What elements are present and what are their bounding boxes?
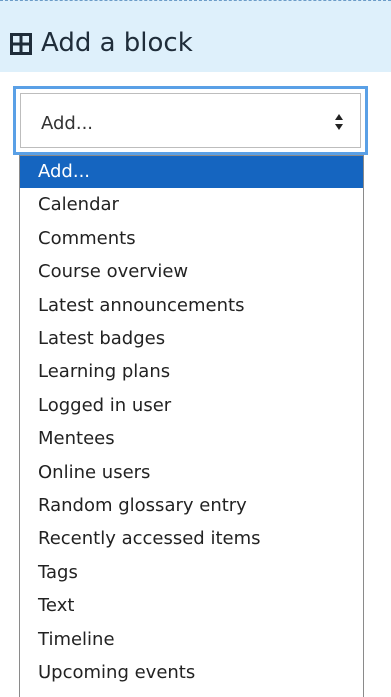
select-option[interactable]: Comments bbox=[20, 223, 363, 255]
select-option[interactable]: Random glossary entry bbox=[20, 490, 363, 522]
block-title: Add a block bbox=[41, 28, 193, 58]
add-block-select[interactable]: Add... bbox=[13, 86, 368, 155]
select-option[interactable]: Latest badges bbox=[20, 323, 363, 355]
select-value: Add... bbox=[41, 113, 94, 134]
select-option[interactable]: Text bbox=[20, 590, 363, 622]
select-option[interactable]: Upcoming events bbox=[20, 657, 363, 689]
select-option[interactable]: Recently accessed items bbox=[20, 523, 363, 555]
select-option[interactable]: Timeline bbox=[20, 624, 363, 656]
select-option[interactable]: Calendar bbox=[20, 189, 363, 221]
select-option[interactable]: Logged in user bbox=[20, 390, 363, 422]
select-option[interactable]: Add... bbox=[20, 156, 363, 188]
select-option[interactable]: Tags bbox=[20, 557, 363, 589]
select-option[interactable]: Mentees bbox=[20, 423, 363, 455]
select-inner[interactable]: Add... bbox=[20, 93, 361, 148]
select-option[interactable]: Learning plans bbox=[20, 356, 363, 388]
select-dropdown-list: Add... Calendar Comments Course overview Lat… bbox=[19, 155, 364, 697]
select-option[interactable]: Latest announcements bbox=[20, 290, 363, 322]
add-block-grid-icon bbox=[10, 33, 32, 55]
select-option[interactable]: Course overview bbox=[20, 256, 363, 288]
add-block-panel: Add a block Add... Add... Calendar Comment… bbox=[0, 0, 391, 697]
select-option[interactable]: Online users bbox=[20, 457, 363, 489]
block-header: Add a block bbox=[0, 0, 391, 72]
sort-updown-icon bbox=[334, 113, 344, 131]
